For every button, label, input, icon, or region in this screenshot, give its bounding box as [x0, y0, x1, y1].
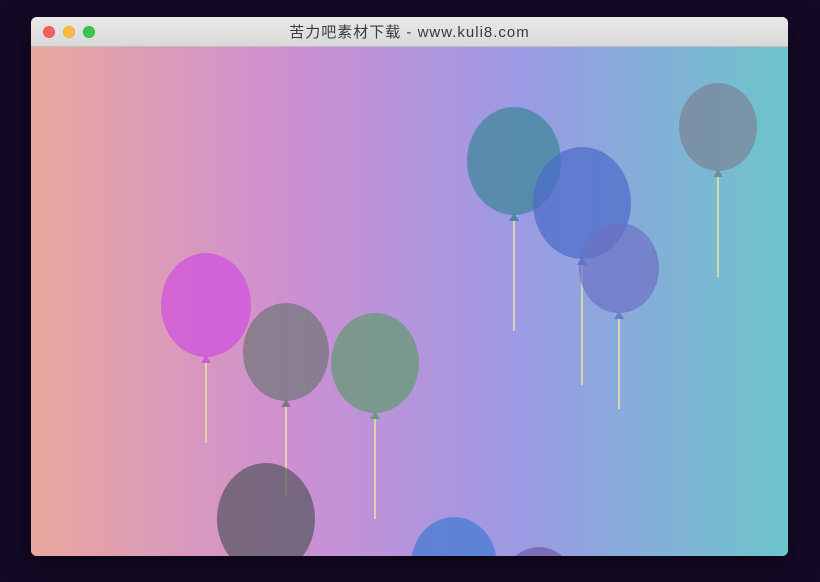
balloon-body — [243, 303, 329, 401]
balloon-knot — [713, 169, 723, 177]
window-title: 苦力吧素材下载 - www.kuli8.com — [31, 21, 788, 42]
balloon-knot — [201, 355, 211, 363]
balloon-string — [205, 363, 207, 443]
balloon-knot — [281, 399, 291, 407]
balloon — [679, 83, 757, 277]
balloon — [217, 463, 315, 556]
browser-window: 苦力吧素材下载 - www.kuli8.com — [31, 17, 788, 556]
balloon — [411, 517, 497, 556]
balloon — [579, 223, 659, 409]
balloon — [501, 547, 577, 556]
maximize-icon[interactable] — [83, 26, 95, 38]
balloon-knot — [370, 411, 380, 419]
balloon-string — [618, 319, 620, 409]
minimize-icon[interactable] — [63, 26, 75, 38]
balloon-body — [217, 463, 315, 556]
balloon-knot — [614, 311, 624, 319]
balloon-body — [411, 517, 497, 556]
balloon-body — [579, 223, 659, 313]
balloon-knot — [509, 213, 519, 221]
balloon-body — [161, 253, 251, 357]
balloon — [161, 253, 251, 443]
window-titlebar: 苦力吧素材下载 - www.kuli8.com — [31, 17, 788, 47]
close-icon[interactable] — [43, 26, 55, 38]
balloon-body — [331, 313, 419, 413]
traffic-lights — [43, 26, 95, 38]
balloon-canvas — [31, 47, 788, 556]
balloon-string — [717, 177, 719, 277]
balloon-string — [374, 419, 376, 519]
balloon-string — [513, 221, 515, 331]
balloon-body — [679, 83, 757, 171]
balloon — [331, 313, 419, 519]
balloon-body — [501, 547, 577, 556]
